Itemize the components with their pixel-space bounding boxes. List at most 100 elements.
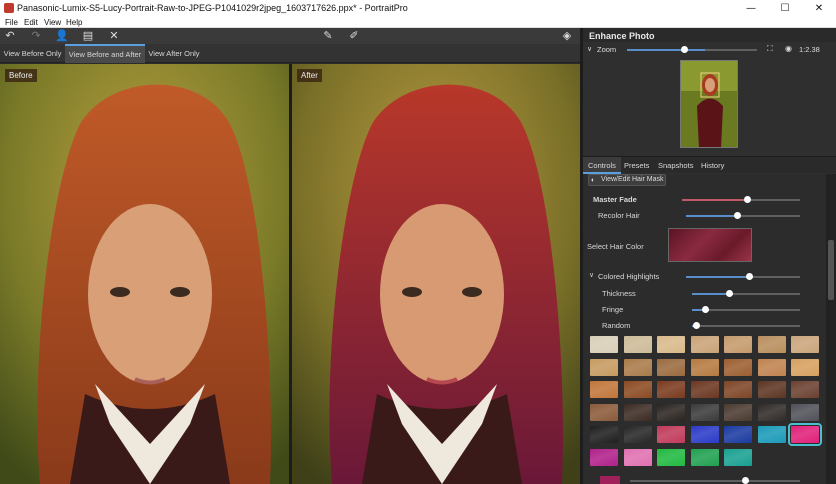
hair-swatch[interactable]: [657, 381, 685, 398]
minimize-button[interactable]: —: [734, 0, 768, 17]
master-fade-slider[interactable]: [682, 196, 800, 203]
hair-swatch[interactable]: [724, 448, 752, 466]
control-tabs: Controls Presets Snapshots History: [583, 156, 836, 174]
tab-history[interactable]: History: [696, 157, 729, 174]
chevron-down-icon[interactable]: ∨: [589, 271, 594, 279]
maximize-button[interactable]: ☐: [768, 0, 802, 17]
master-fade-label: Master Fade: [593, 195, 637, 204]
hair-swatch[interactable]: [724, 426, 752, 443]
app-icon: [4, 3, 14, 13]
hair-mask-icon: ◐: [591, 177, 596, 184]
menu-view[interactable]: View: [44, 18, 61, 27]
select-hair-color-label: Select Hair Color: [587, 242, 644, 251]
redo-icon[interactable]: ↷: [29, 29, 43, 43]
tab-view-before-only[interactable]: View Before Only: [0, 44, 65, 63]
hair-swatch[interactable]: [757, 336, 786, 353]
hair-swatch[interactable]: [657, 403, 685, 421]
hair-swatch[interactable]: [657, 448, 685, 466]
hair-color-swatch[interactable]: [668, 228, 752, 262]
hair-swatch[interactable]: [590, 336, 618, 353]
hair-swatch[interactable]: [690, 448, 719, 466]
menu-file[interactable]: File: [5, 18, 18, 27]
colored-highlights-slider[interactable]: [686, 273, 800, 280]
undo-icon[interactable]: ↶: [3, 29, 17, 43]
hair-swatch[interactable]: [590, 403, 618, 421]
hair-swatch[interactable]: [724, 381, 752, 398]
person-icon[interactable]: 👤: [55, 29, 69, 43]
hair-swatch[interactable]: [724, 336, 752, 353]
before-photo[interactable]: Before: [0, 64, 289, 484]
hair-swatch[interactable]: [690, 358, 719, 376]
thickness-label: Thickness: [602, 289, 636, 298]
hair-swatch[interactable]: [623, 336, 652, 353]
hair-swatch[interactable]: [623, 403, 652, 421]
hair-swatch[interactable]: [791, 403, 819, 421]
tab-view-before-and-after[interactable]: View Before and After: [65, 44, 145, 63]
close-icon[interactable]: ✕: [107, 29, 121, 43]
toolbar: ↶ ↷ 👤 ▤ ✕ ✎ ✐ ◈: [0, 28, 581, 44]
controls-scrollbar[interactable]: [826, 174, 836, 484]
hair-swatch[interactable]: [757, 358, 786, 376]
chevron-down-icon[interactable]: ∨: [587, 45, 592, 53]
hair-swatch[interactable]: [791, 381, 819, 398]
hair-swatch[interactable]: [657, 358, 685, 376]
zoom-value: 1:2.38: [799, 45, 820, 54]
fringe-label: Fringe: [602, 305, 624, 314]
random-slider[interactable]: [692, 322, 800, 329]
navigator-thumbnail[interactable]: [680, 60, 738, 148]
hair-swatch[interactable]: [791, 336, 819, 353]
hair-swatch[interactable]: [623, 426, 652, 443]
fit-icon[interactable]: ⛶: [767, 44, 773, 54]
zoom-slider[interactable]: [627, 46, 757, 53]
recolor-hair-slider[interactable]: [686, 212, 800, 219]
hair-swatch[interactable]: [590, 381, 618, 398]
tab-view-after-only[interactable]: View After Only: [145, 44, 203, 63]
save-icon[interactable]: ▤: [81, 29, 95, 43]
zoom-row: ∨ Zoom ⛶ ◉ 1:2.38: [583, 43, 836, 56]
hair-swatch[interactable]: [657, 336, 685, 353]
hair-swatch[interactable]: [623, 381, 652, 398]
hair-swatch[interactable]: [690, 336, 719, 353]
hair-swatch[interactable]: [724, 358, 752, 376]
zoom-label: Zoom: [597, 45, 617, 54]
hair-swatch[interactable]: [590, 426, 618, 443]
view-tabs: View Before Only View Before and After V…: [0, 44, 581, 63]
bottom-slider[interactable]: [630, 477, 800, 484]
tab-snapshots[interactable]: Snapshots: [653, 157, 698, 174]
hair-swatch[interactable]: [690, 381, 719, 398]
hair-swatch[interactable]: [623, 358, 652, 376]
menu-help[interactable]: Help: [66, 18, 82, 27]
fringe-slider[interactable]: [692, 306, 800, 313]
tab-controls[interactable]: Controls: [583, 157, 621, 174]
view-edit-hair-mask-button[interactable]: ◐ View/Edit Hair Mask: [588, 174, 666, 186]
layers-icon[interactable]: ◈: [560, 29, 574, 43]
hair-swatch[interactable]: [791, 358, 819, 376]
hair-swatch[interactable]: [788, 423, 822, 446]
recolor-hair-label: Recolor Hair: [598, 211, 640, 220]
menu-edit[interactable]: Edit: [24, 18, 38, 27]
after-photo[interactable]: After: [292, 64, 580, 484]
color-preview-chip[interactable]: [600, 476, 620, 484]
hair-swatch[interactable]: [690, 403, 719, 421]
hair-swatch[interactable]: [623, 448, 652, 466]
hair-swatch[interactable]: [757, 426, 786, 443]
thickness-slider[interactable]: [692, 290, 800, 297]
colored-highlights-label: Colored Highlights: [598, 272, 660, 281]
close-window-button[interactable]: ✕: [802, 0, 836, 17]
hair-swatch[interactable]: [724, 403, 752, 421]
random-label: Random: [602, 321, 631, 330]
hair-swatch[interactable]: [590, 448, 618, 466]
hair-swatch[interactable]: [757, 381, 786, 398]
tab-presets[interactable]: Presets: [619, 157, 654, 174]
brush-add-icon[interactable]: ✎: [321, 29, 335, 43]
hair-swatch[interactable]: [690, 426, 719, 443]
brush-remove-icon[interactable]: ✐: [347, 29, 361, 43]
face-zoom-icon[interactable]: ◉: [785, 44, 792, 53]
window-title: Panasonic-Lumix-S5-Lucy-Portrait-Raw-to-…: [17, 3, 408, 13]
hair-swatch[interactable]: [757, 403, 786, 421]
panel-title: Enhance Photo: [583, 28, 836, 42]
hair-swatch[interactable]: [590, 358, 618, 376]
hair-swatch[interactable]: [657, 426, 685, 443]
menu-bar: File Edit View Help: [0, 17, 836, 28]
scrollbar-thumb[interactable]: [828, 240, 834, 300]
